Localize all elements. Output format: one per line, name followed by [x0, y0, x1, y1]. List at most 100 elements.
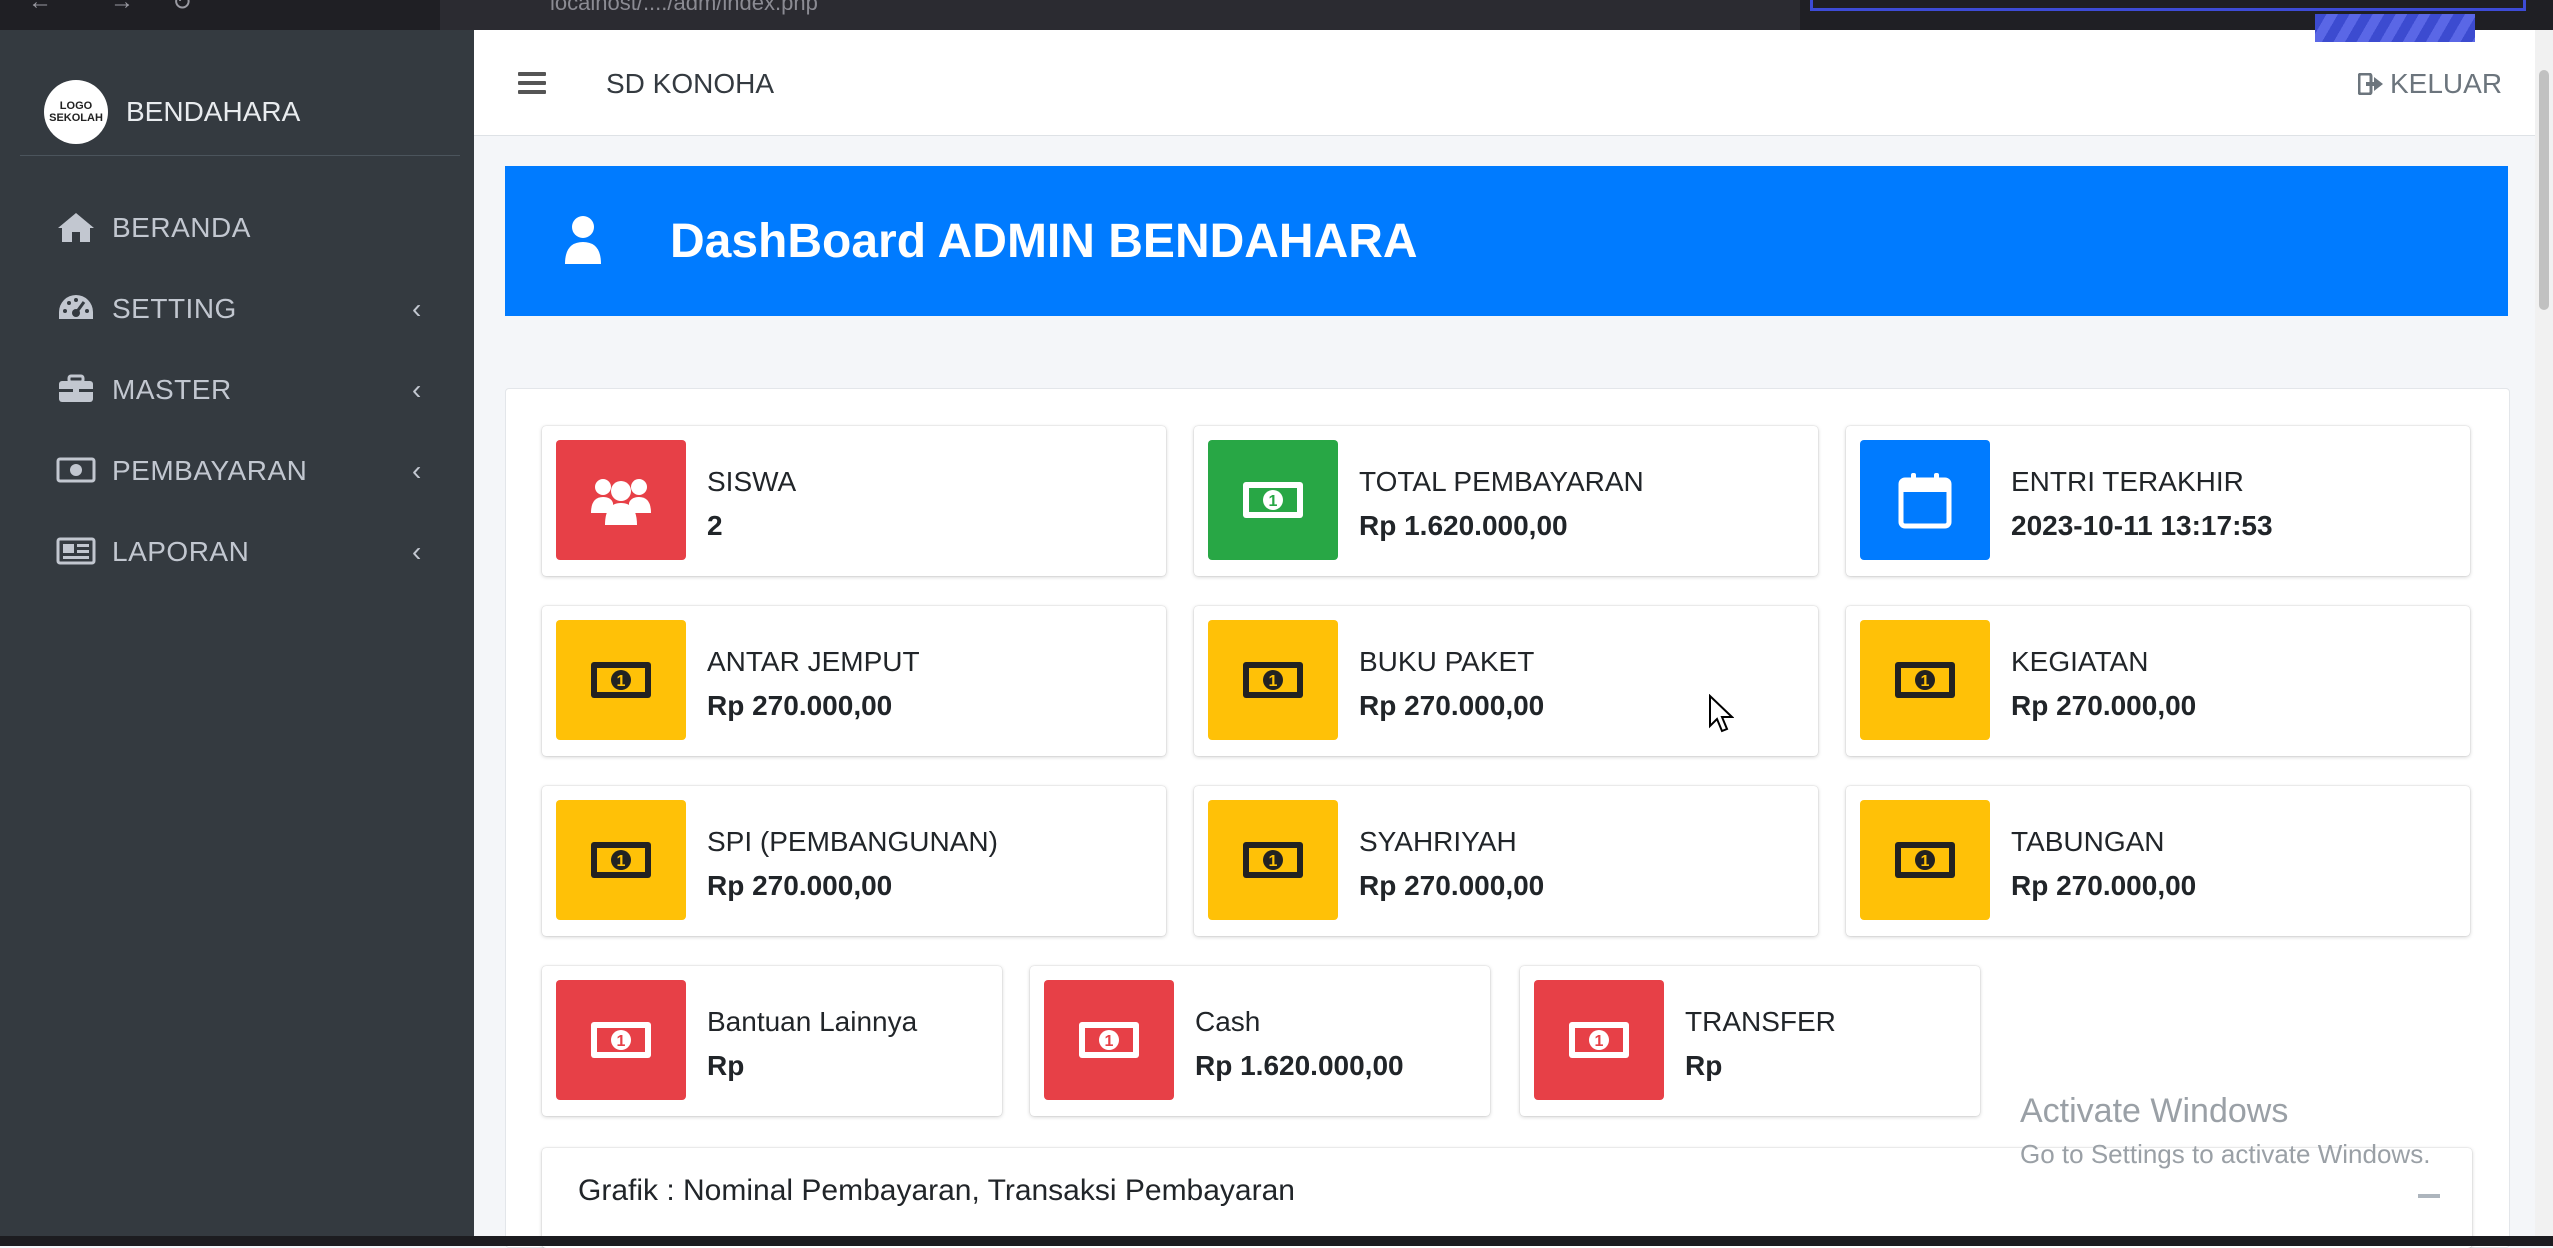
grafik-title: Grafik : Nominal Pembayaran, Transaksi P…: [578, 1174, 1295, 1207]
stat-icon-box: 1: [1044, 980, 1174, 1100]
back-icon[interactable]: ←: [28, 0, 52, 16]
stat-value: Rp 1.620.000,00: [1359, 510, 1568, 541]
stat-icon-box: 1: [1534, 980, 1664, 1100]
svg-text:1: 1: [1921, 673, 1930, 690]
stat-box-transfer[interactable]: 1 TRANSFER Rp: [1520, 966, 1980, 1116]
stat-icon-box: 1: [1208, 620, 1338, 740]
stat-box-spi-pembangunan[interactable]: 1 SPI (PEMBANGUNAN) Rp 270.000,00: [542, 786, 1166, 936]
reload-icon[interactable]: ↻: [172, 0, 192, 17]
svg-text:1: 1: [617, 1033, 626, 1050]
sidebar-item-beranda[interactable]: BERANDA: [0, 190, 474, 271]
briefcase-icon: [59, 374, 93, 402]
stat-value: Rp: [707, 1050, 745, 1081]
logout-label: KELUAR: [2390, 68, 2503, 99]
stat-value: Rp 270.000,00: [1359, 690, 1545, 721]
brand-link[interactable]: LOGO SEKOLAH BENDAHARA: [20, 50, 460, 156]
stat-icon-box: 1: [556, 620, 686, 740]
home-icon: [58, 213, 94, 242]
page-header-banner: DashBoard ADMIN BENDAHARA: [505, 166, 2508, 316]
stat-label: TOTAL PEMBAYARAN: [1359, 466, 1644, 497]
stat-value: Rp 270.000,00: [1359, 870, 1545, 901]
svg-text:1: 1: [1269, 493, 1278, 510]
svg-text:1: 1: [1595, 1033, 1604, 1050]
svg-text:1: 1: [1105, 1033, 1114, 1050]
user-icon: [565, 216, 601, 264]
stat-label: Cash: [1195, 1006, 1261, 1037]
stat-value: Rp 270.000,00: [2011, 870, 2197, 901]
brand-title: BENDAHARA: [126, 96, 301, 127]
money-bill-icon: 1: [1895, 842, 1955, 878]
money-bill-icon: 1: [1243, 842, 1303, 878]
stat-icon-box: 1: [1860, 620, 1990, 740]
chevron-left-icon: ‹: [412, 293, 422, 324]
mouse-cursor-icon: [1709, 694, 1734, 733]
stat-label: SYAHRIYAH: [1359, 826, 1517, 857]
money-bill-icon: 1: [591, 662, 651, 698]
address-bar[interactable]: localhost/..../adm/index.php: [440, 0, 1800, 30]
watermark-line-1: Activate Windows: [2020, 1092, 2289, 1130]
sidebar-item-label: SETTING: [112, 293, 237, 324]
stat-box-bantuan-lainnya[interactable]: 1 Bantuan Lainnya Rp: [542, 966, 1002, 1116]
stat-value: Rp: [1685, 1050, 1723, 1081]
sidebar-item-label: PEMBAYARAN: [112, 455, 308, 486]
stat-label: ANTAR JEMPUT: [707, 646, 920, 677]
stat-label: BUKU PAKET: [1359, 646, 1535, 677]
collapse-minus-icon[interactable]: [2418, 1194, 2440, 1198]
page-title: DashBoard ADMIN BENDAHARA: [670, 215, 1418, 268]
scrollbar-thumb[interactable]: [2539, 70, 2549, 310]
forward-icon[interactable]: →: [110, 0, 134, 16]
school-name[interactable]: SD KONOHA: [606, 68, 774, 100]
money-icon: [56, 457, 96, 483]
stat-label: ENTRI TERAKHIR: [2011, 466, 2244, 497]
newspaper-icon: [56, 537, 96, 565]
top-navbar: SD KONOHA KELUAR: [474, 30, 2553, 136]
sidebar-item-laporan[interactable]: LAPORAN ‹: [0, 514, 474, 595]
stat-value: Rp 1.620.000,00: [1195, 1050, 1404, 1081]
stat-icon-box: 1: [1208, 800, 1338, 920]
sidebar-item-master[interactable]: MASTER ‹: [0, 352, 474, 433]
logout-button[interactable]: KELUAR: [2358, 68, 2502, 100]
stat-box-antar-jemput[interactable]: 1 ANTAR JEMPUT Rp 270.000,00: [542, 606, 1166, 756]
money-bill-icon: 1: [1895, 662, 1955, 698]
page-scrollbar[interactable]: [2535, 30, 2553, 1246]
stat-icon-box: 1: [1860, 800, 1990, 920]
calendar-icon: [1898, 473, 1952, 529]
stat-label: KEGIATAN: [2011, 646, 2149, 677]
stat-icon-box: 1: [556, 800, 686, 920]
sign-out-icon: [2358, 73, 2383, 95]
chevron-left-icon: ‹: [412, 374, 422, 405]
stat-value: Rp 270.000,00: [707, 870, 893, 901]
sidebar-item-setting[interactable]: SETTING ‹: [0, 271, 474, 352]
stat-label: TABUNGAN: [2011, 826, 2165, 857]
money-bill-icon: 1: [591, 1022, 651, 1058]
stat-label: TRANSFER: [1685, 1006, 1836, 1037]
money-bill-icon: 1: [1243, 662, 1303, 698]
money-bill-icon: 1: [1569, 1022, 1629, 1058]
sidebar-item-label: MASTER: [112, 374, 232, 405]
hamburger-menu-icon[interactable]: [518, 72, 546, 94]
taskbar-edge: [0, 1236, 2553, 1246]
sidebar-item-label: LAPORAN: [112, 536, 250, 567]
stat-box-cash[interactable]: 1 Cash Rp 1.620.000,00: [1030, 966, 1490, 1116]
chevron-left-icon: ‹: [412, 455, 422, 486]
stat-box-total-pembayaran[interactable]: 1 TOTAL PEMBAYARAN Rp 1.620.000,00: [1194, 426, 1818, 576]
sidebar: LOGO SEKOLAH BENDAHARA BERANDA SETTING ‹: [0, 30, 474, 1246]
money-bill-icon: 1: [1079, 1022, 1139, 1058]
watermark-line-2: Go to Settings to activate Windows.: [2020, 1139, 2431, 1169]
chevron-left-icon: ‹: [412, 536, 422, 567]
windows-activation-watermark: Activate Windows Go to Settings to activ…: [2020, 1092, 2430, 1170]
stat-box-syahriyah[interactable]: 1 SYAHRIYAH Rp 270.000,00: [1194, 786, 1818, 936]
svg-text:1: 1: [1921, 853, 1930, 870]
stat-value: Rp 270.000,00: [2011, 690, 2197, 721]
stat-box-entri-terakhir[interactable]: ENTRI TERAKHIR 2023-10-11 13:17:53: [1846, 426, 2470, 576]
selection-highlight-block: [2315, 14, 2475, 42]
stat-box-kegiatan[interactable]: 1 KEGIATAN Rp 270.000,00: [1846, 606, 2470, 756]
stat-icon-box: 1: [1208, 440, 1338, 560]
stat-box-siswa[interactable]: SISWA 2: [542, 426, 1166, 576]
address-bar-text: localhost/..../adm/index.php: [550, 0, 818, 15]
svg-text:1: 1: [617, 673, 626, 690]
stat-value: 2023-10-11 13:17:53: [2011, 510, 2273, 541]
selection-highlight: [1810, 0, 2526, 11]
stat-box-tabungan[interactable]: 1 TABUNGAN Rp 270.000,00: [1846, 786, 2470, 936]
sidebar-item-pembayaran[interactable]: PEMBAYARAN ‹: [0, 433, 474, 514]
